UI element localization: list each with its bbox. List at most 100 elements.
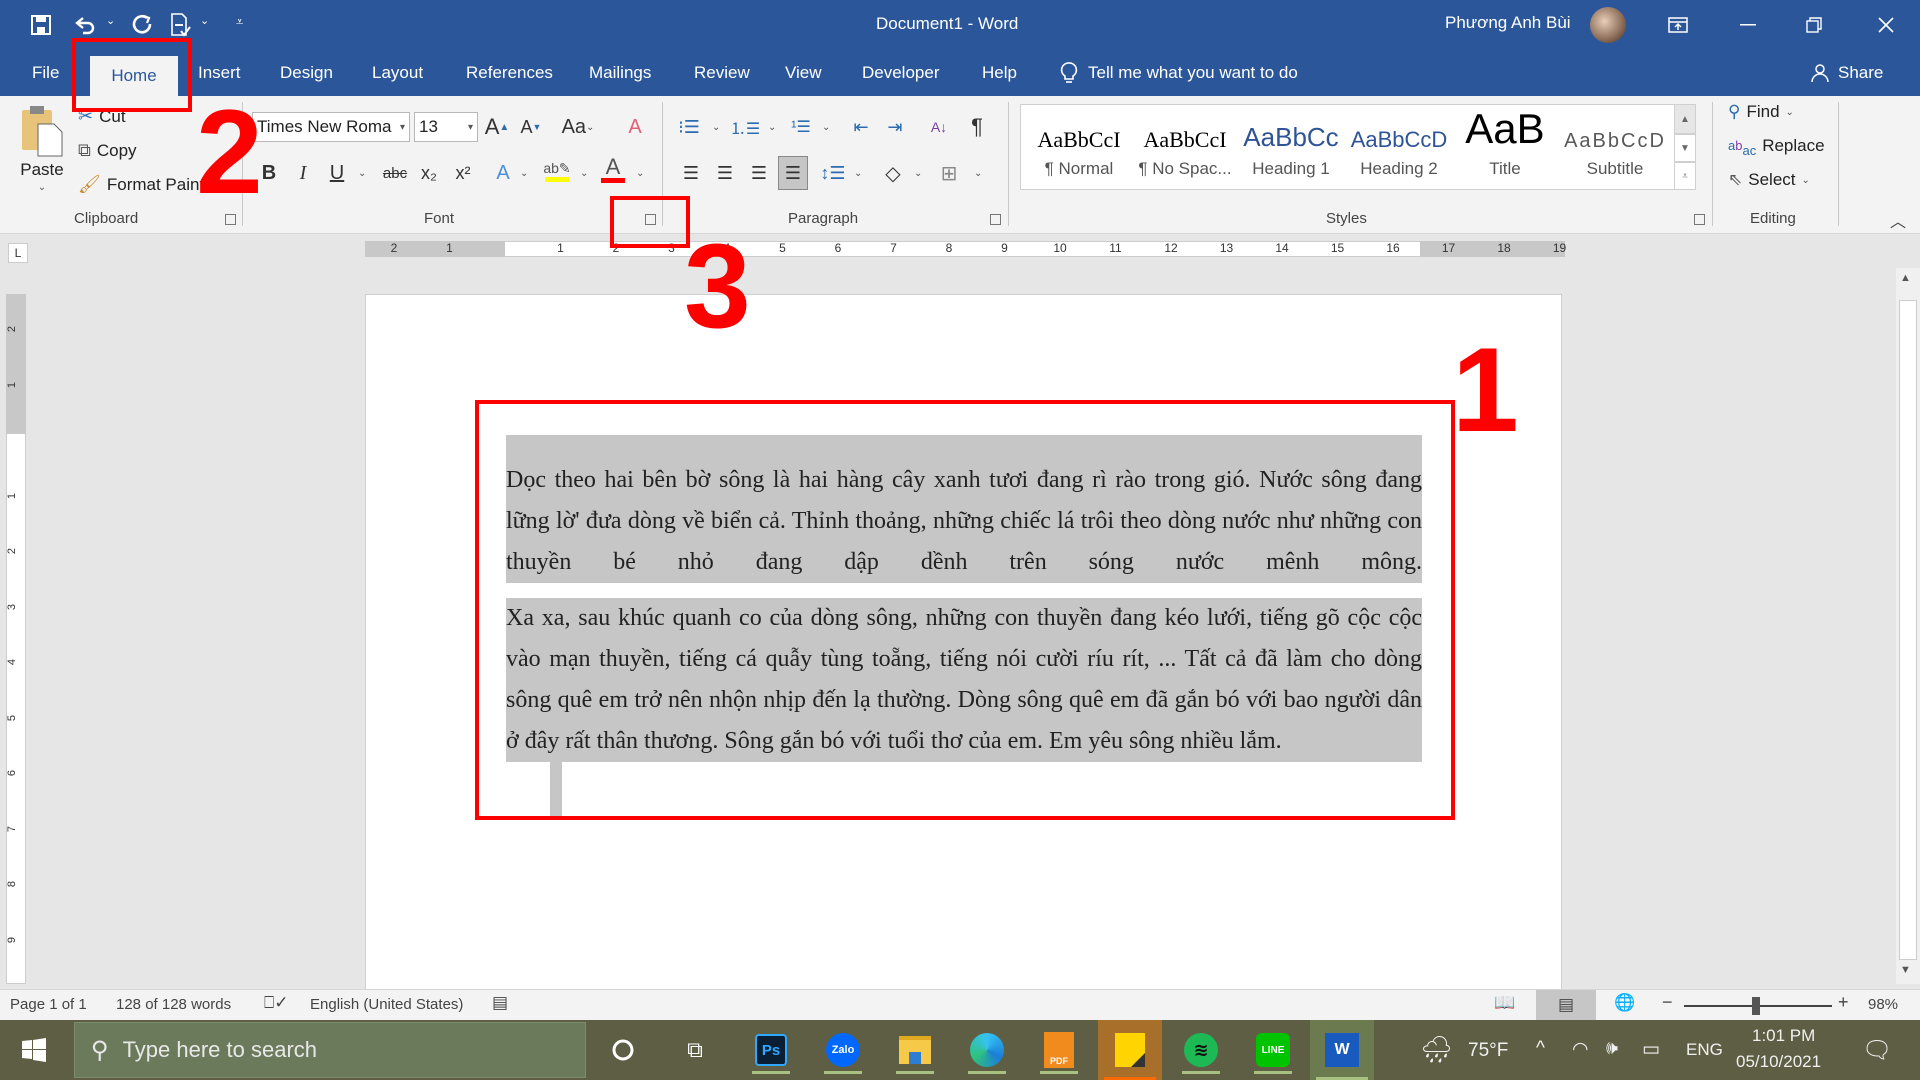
edge-icon[interactable]	[962, 1026, 1012, 1074]
clock-time[interactable]: 1:01 PM	[1752, 1026, 1815, 1046]
word-count[interactable]: 128 of 128 words	[116, 996, 231, 1013]
tab-help[interactable]: Help	[974, 50, 1025, 96]
ribbon-display-icon[interactable]	[1648, 0, 1708, 50]
numbering-icon[interactable]: ⒈☰	[730, 112, 760, 142]
styles-scroll-up-icon[interactable]: ▲	[1674, 104, 1696, 134]
web-layout-icon[interactable]: 🌐	[1614, 993, 1635, 1013]
minimize-icon[interactable]	[1718, 0, 1778, 50]
touch-mode-icon[interactable]	[166, 10, 196, 40]
text-effects-dropdown[interactable]: ⌄	[520, 168, 528, 179]
paragraph-launcher-icon[interactable]	[990, 214, 1001, 225]
tab-view[interactable]: View	[777, 50, 830, 96]
style-no-spacing[interactable]: AaBbCcI ¶ No Spac...	[1133, 105, 1237, 191]
zoom-level[interactable]: 98%	[1868, 996, 1898, 1013]
line-icon[interactable]: LINE	[1248, 1026, 1298, 1074]
touch-dropdown[interactable]: ⌄	[200, 14, 209, 27]
copy-button[interactable]: ⧉ Copy	[78, 140, 137, 161]
borders-icon[interactable]: ⊞	[936, 158, 962, 188]
highlight-icon[interactable]: ab✎	[542, 156, 572, 186]
taskbar-search-box[interactable]: ⚲ Type here to search	[74, 1022, 586, 1078]
read-mode-icon[interactable]: 📖	[1494, 993, 1515, 1013]
align-center-icon[interactable]: ☰	[712, 158, 738, 188]
redo-icon[interactable]	[128, 10, 158, 40]
line-spacing-icon[interactable]: ↕☰	[820, 158, 846, 188]
multilevel-list-icon[interactable]: ¹☰	[788, 112, 814, 142]
clock-date[interactable]: 05/10/2021	[1736, 1052, 1821, 1072]
bullets-icon[interactable]: ⁝☰	[676, 112, 702, 142]
word-icon[interactable]: W	[1310, 1020, 1374, 1080]
highlight-dropdown[interactable]: ⌄	[580, 168, 588, 179]
styles-launcher-icon[interactable]	[1694, 214, 1705, 225]
weather-temp[interactable]: 75°F	[1468, 1040, 1508, 1062]
paste-button[interactable]: Paste ⌄	[20, 104, 64, 193]
shading-dropdown[interactable]: ⌄	[914, 168, 922, 179]
volume-icon[interactable]: 🕪	[1606, 1038, 1618, 1060]
italic-button[interactable]: I	[290, 158, 316, 188]
numbering-dropdown[interactable]: ⌄	[768, 122, 776, 133]
save-icon[interactable]	[26, 10, 56, 40]
notifications-icon[interactable]: 🗨	[1862, 1036, 1892, 1065]
photoshop-icon[interactable]: Ps	[746, 1026, 796, 1074]
paste-dropdown[interactable]: ⌄	[38, 182, 46, 193]
spotify-icon[interactable]: ≋	[1176, 1026, 1226, 1074]
style-subtitle[interactable]: AaBbCcD Subtitle	[1561, 105, 1669, 191]
sticky-notes-icon[interactable]	[1098, 1020, 1162, 1080]
styles-more-icon[interactable]: ⩡	[1674, 162, 1696, 190]
user-name[interactable]: Phương Anh Bùi	[1445, 13, 1571, 33]
zalo-icon[interactable]: Zalo	[818, 1026, 868, 1074]
proofing-icon[interactable]: ⎕✓	[264, 993, 288, 1013]
weather-cloud-icon[interactable]: 🌧	[1420, 1034, 1453, 1065]
styles-scroll-down-icon[interactable]: ▼	[1674, 134, 1696, 162]
style-heading-2[interactable]: AaBbCcD Heading 2	[1347, 105, 1451, 191]
macro-recording-icon[interactable]: ▤	[492, 993, 508, 1013]
zoom-in-icon[interactable]: +	[1838, 992, 1849, 1013]
font-name-combo[interactable]: Times New Roma ▾	[252, 112, 410, 142]
increase-indent-icon[interactable]: ⇥	[882, 112, 908, 142]
share-button[interactable]: Share	[1810, 50, 1883, 96]
language-status[interactable]: English (United States)	[310, 996, 463, 1013]
page-count[interactable]: Page 1 of 1	[10, 996, 87, 1013]
scroll-down-icon[interactable]: ▼	[1900, 964, 1911, 976]
font-color-dropdown[interactable]: ⌄	[636, 168, 644, 179]
superscript-button[interactable]: x²	[450, 158, 476, 188]
decrease-indent-icon[interactable]: ⇤	[848, 112, 874, 142]
shrink-font-icon[interactable]: A ▼	[518, 112, 544, 142]
grow-font-icon[interactable]: A ▲	[484, 112, 510, 142]
change-case-button[interactable]: Aa ⌄	[558, 112, 598, 142]
battery-icon[interactable]: ▭	[1642, 1038, 1660, 1061]
tab-selector-icon[interactable]: L	[8, 243, 28, 263]
undo-dropdown[interactable]: ⌄	[106, 14, 115, 27]
subscript-button[interactable]: x₂	[416, 158, 442, 188]
customize-icon[interactable]: ⩡	[236, 14, 243, 30]
find-button[interactable]: ⚲ Find ⌄	[1728, 102, 1794, 122]
shading-icon[interactable]: ◇	[880, 158, 906, 188]
sort-icon[interactable]: A↓	[926, 112, 952, 142]
underline-dropdown[interactable]: ⌄	[358, 168, 366, 179]
borders-dropdown[interactable]: ⌄	[974, 168, 982, 179]
style-heading-1[interactable]: AaBbCc Heading 1	[1239, 105, 1343, 191]
foxit-pdf-icon[interactable]: PDF	[1034, 1026, 1084, 1074]
align-left-icon[interactable]: ☰	[678, 158, 704, 188]
tab-layout[interactable]: Layout	[364, 50, 431, 96]
select-button[interactable]: ⇖ Select ⌄	[1728, 170, 1810, 190]
text-effects-icon[interactable]: A	[490, 158, 516, 188]
strikethrough-button[interactable]: abc	[378, 158, 412, 188]
align-right-icon[interactable]: ☰	[746, 158, 772, 188]
replace-button[interactable]: a b ac Replace	[1728, 136, 1825, 157]
show-hidden-icons[interactable]: ^	[1536, 1038, 1545, 1060]
input-language[interactable]: ENG	[1686, 1040, 1723, 1060]
zoom-out-icon[interactable]: −	[1662, 992, 1673, 1013]
tab-design[interactable]: Design	[272, 50, 341, 96]
restore-icon[interactable]	[1784, 0, 1844, 50]
style-normal[interactable]: AaBbCcI ¶ Normal	[1027, 105, 1131, 191]
close-icon[interactable]	[1856, 0, 1916, 50]
line-spacing-dropdown[interactable]: ⌄	[854, 168, 862, 179]
zoom-slider-thumb[interactable]	[1752, 997, 1761, 1015]
scroll-up-icon[interactable]: ▲	[1900, 272, 1911, 284]
scrollbar-thumb[interactable]	[1899, 300, 1917, 960]
undo-icon[interactable]	[70, 10, 100, 40]
tab-developer[interactable]: Developer	[854, 50, 948, 96]
font-color-icon[interactable]: A	[600, 154, 626, 184]
clear-formatting-icon[interactable]: A	[622, 112, 648, 142]
tab-references[interactable]: References	[458, 50, 561, 96]
